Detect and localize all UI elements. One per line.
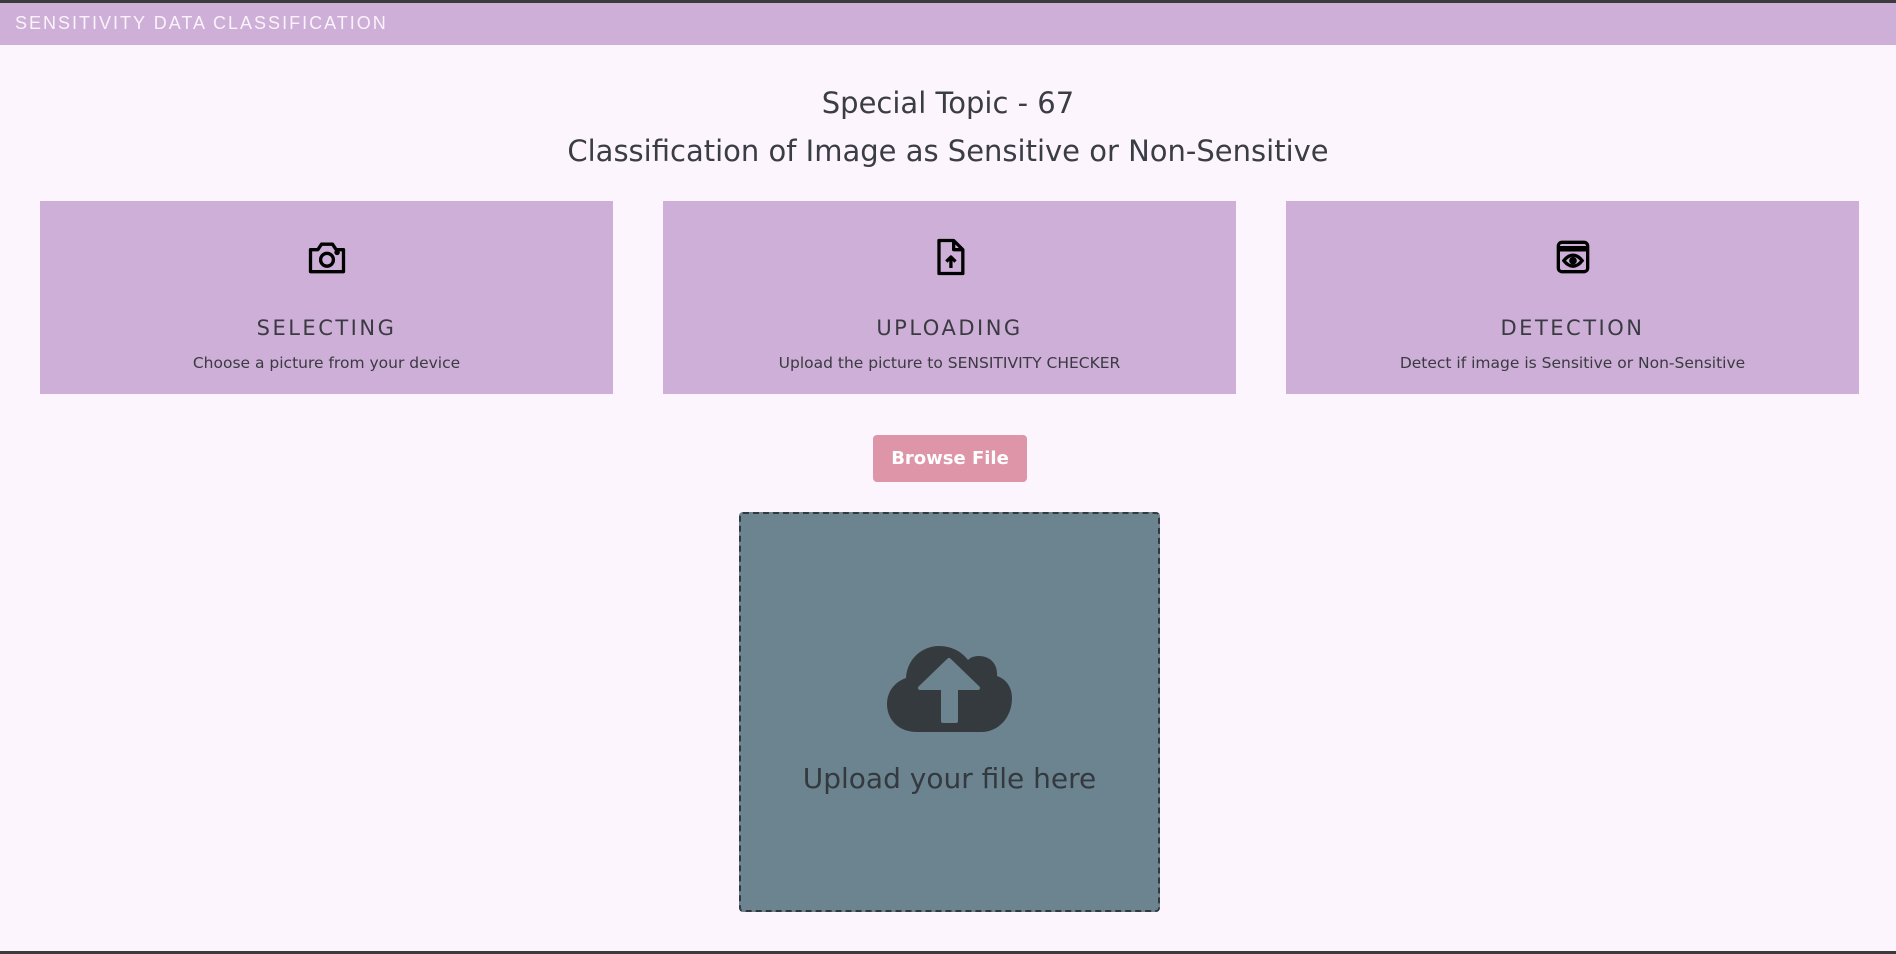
- page-subtitle: Classification of Image as Sensitive or …: [567, 134, 1329, 168]
- step-title: SELECTING: [256, 316, 397, 340]
- step-card-selecting: SELECTING Choose a picture from your dev…: [40, 201, 613, 394]
- step-description: Detect if image is Sensitive or Non-Sens…: [1399, 354, 1746, 372]
- page-title: Special Topic - 67: [821, 86, 1075, 120]
- app-title: SENSITIVITY DATA CLASSIFICATION: [15, 13, 388, 33]
- file-dropzone[interactable]: Upload your file here: [739, 512, 1160, 912]
- step-card-uploading: UPLOADING Upload the picture to SENSITIV…: [663, 201, 1236, 394]
- step-description: Choose a picture from your device: [192, 354, 461, 372]
- step-card-detection: DETECTION Detect if image is Sensitive o…: [1286, 201, 1859, 394]
- app-header: SENSITIVITY DATA CLASSIFICATION: [0, 3, 1896, 45]
- cloud-upload-icon: [887, 646, 1012, 732]
- camera-icon: [308, 242, 345, 274]
- step-description: Upload the picture to SENSITIVITY CHECKE…: [778, 354, 1121, 372]
- file-upload-icon: [936, 238, 964, 276]
- step-title: UPLOADING: [876, 316, 1023, 340]
- dropzone-label: Upload your file here: [802, 762, 1097, 795]
- eye-window-icon: [1556, 240, 1589, 274]
- browse-file-button[interactable]: Browse File: [873, 435, 1027, 482]
- step-title: DETECTION: [1500, 316, 1645, 340]
